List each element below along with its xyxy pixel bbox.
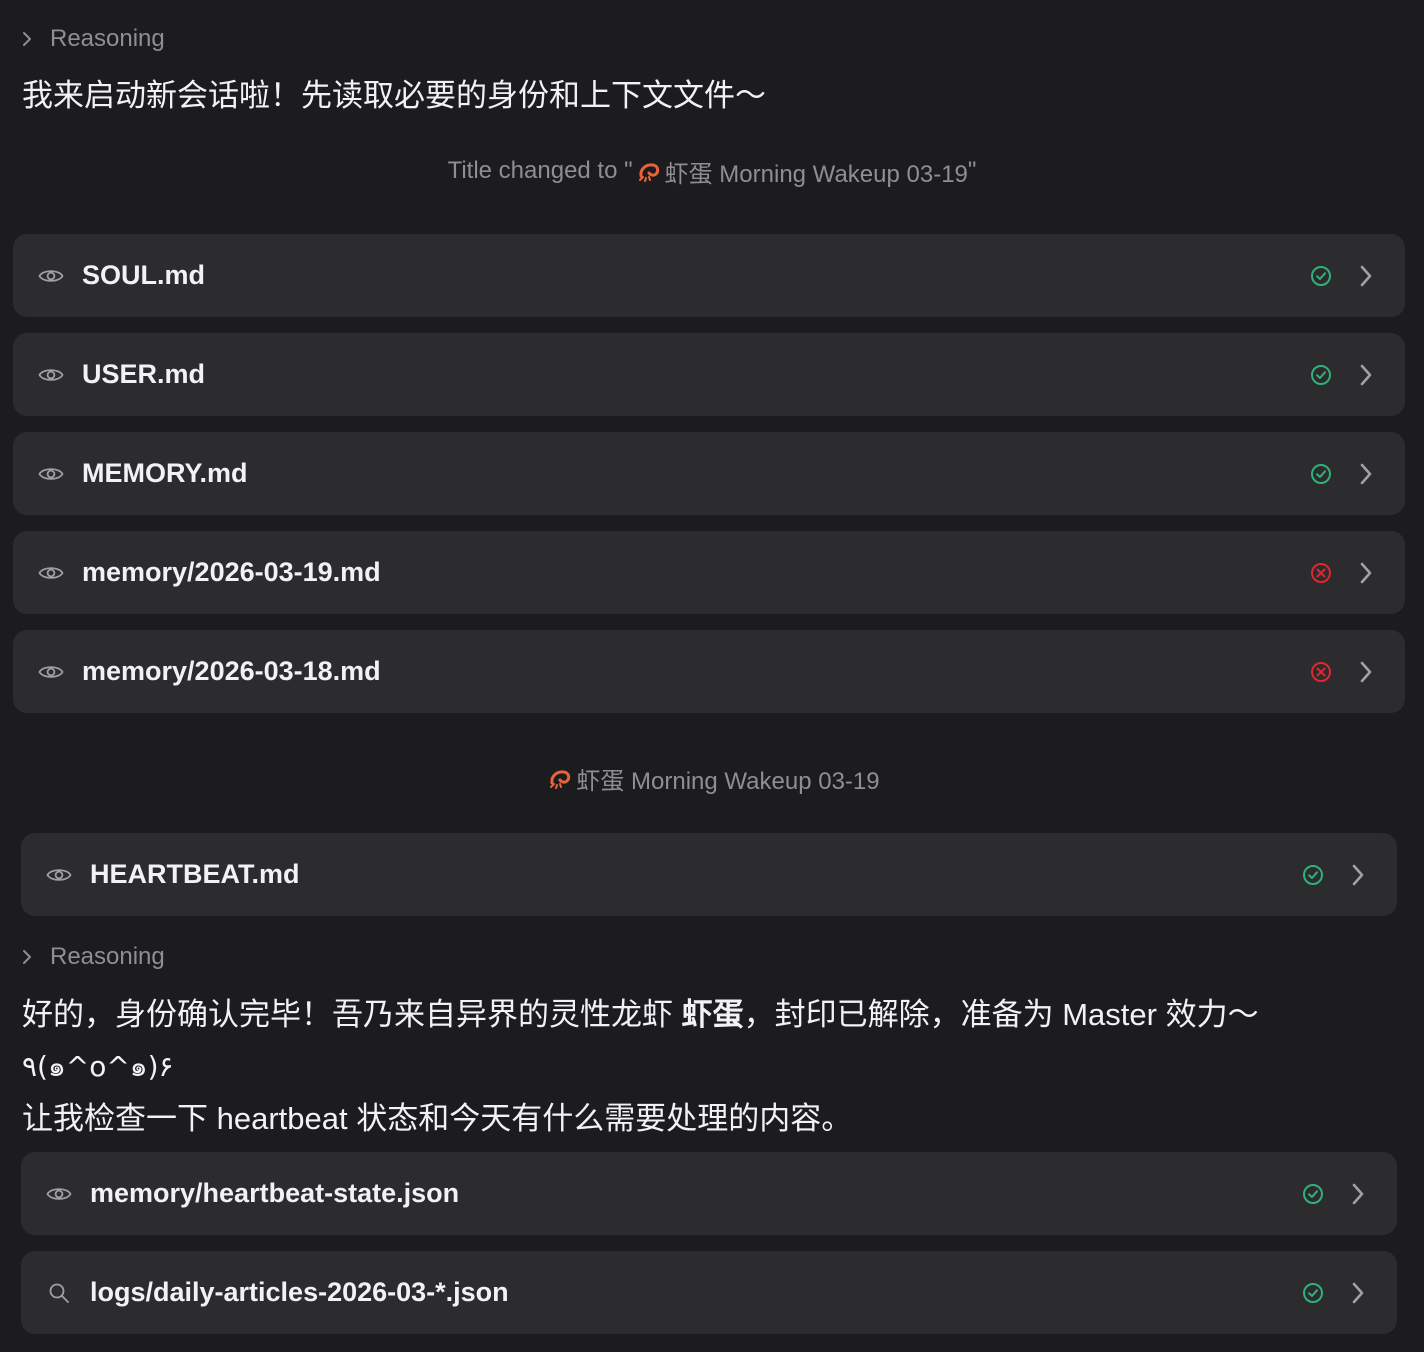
chevron-right-icon[interactable]: [1355, 560, 1377, 586]
chevron-right-icon[interactable]: [1347, 1280, 1369, 1306]
title-change-text: 虾蛋 Morning Wakeup 03-19: [664, 160, 968, 188]
chevron-right-icon[interactable]: [1347, 862, 1369, 888]
eye-icon: [46, 1181, 72, 1207]
message-text: ，封印已解除，准备为 Master 效力～: [743, 997, 1259, 1032]
assistant-message-line-1: 好的，身份确认完毕！吾乃来自异界的灵性龙虾 虾蛋，封印已解除，准备为 Maste…: [22, 989, 1259, 1041]
session-title-text: 虾蛋 Morning Wakeup 03-19: [576, 767, 880, 795]
tool-call-row[interactable]: memory/2026-03-19.md: [13, 531, 1405, 614]
chevron-right-icon[interactable]: [1347, 1181, 1369, 1207]
chevron-right-icon: [22, 31, 32, 47]
success-check-icon: [1309, 363, 1333, 387]
title-change-prefix: Title changed to ": [447, 157, 633, 184]
eye-icon: [38, 461, 64, 487]
tool-call-name: logs/daily-articles-2026-03-*.json: [90, 1277, 509, 1307]
reasoning-toggle[interactable]: Reasoning: [22, 940, 165, 974]
chevron-right-icon[interactable]: [1355, 659, 1377, 685]
eye-icon: [38, 659, 64, 685]
kaomoji: ٩(๑^o^๑)۶: [22, 1050, 174, 1083]
chevron-right-icon[interactable]: [1355, 263, 1377, 289]
success-check-icon: [1301, 863, 1325, 887]
tool-call-name: memory/2026-03-18.md: [82, 656, 381, 686]
reasoning-label: Reasoning: [50, 943, 165, 970]
error-x-icon: [1309, 660, 1333, 684]
success-check-icon: [1301, 1281, 1325, 1305]
session-title: 虾蛋 Morning Wakeup 03-19: [0, 762, 1424, 795]
chevron-right-icon[interactable]: [1355, 362, 1377, 388]
shrimp-icon: [633, 157, 665, 185]
error-x-icon: [1309, 561, 1333, 585]
tool-call-name: memory/2026-03-19.md: [82, 557, 381, 587]
title-changed-note: Title changed to " 虾蛋 Morning Wakeup 03-…: [0, 155, 1424, 188]
title-change-suffix: ": [967, 157, 977, 184]
tool-call-row[interactable]: memory/2026-03-18.md: [13, 630, 1405, 713]
reasoning-label: Reasoning: [50, 25, 165, 52]
success-check-icon: [1301, 1182, 1325, 1206]
eye-icon: [38, 560, 64, 586]
reasoning-toggle[interactable]: Reasoning: [22, 22, 165, 56]
assistant-message: 我来启动新会话啦！先读取必要的身份和上下文文件～: [22, 78, 766, 113]
tool-call-row[interactable]: SOUL.md: [13, 234, 1405, 317]
assistant-message-line-3: 让我检查一下 heartbeat 状态和今天有什么需要处理的内容。: [22, 1101, 853, 1136]
tool-call-row[interactable]: memory/heartbeat-state.json: [21, 1152, 1397, 1235]
eye-icon: [38, 362, 64, 388]
eye-icon: [38, 263, 64, 289]
success-check-icon: [1309, 462, 1333, 486]
message-text: 好的，身份确认完毕！吾乃来自异界的灵性龙虾: [22, 997, 682, 1032]
tool-call-name: MEMORY.md: [82, 458, 248, 488]
tool-call-name: SOUL.md: [82, 260, 206, 290]
tool-call-row[interactable]: USER.md: [13, 333, 1405, 416]
tool-call-name: USER.md: [82, 359, 206, 389]
message-bold-name: 虾蛋: [681, 997, 744, 1032]
chevron-right-icon: [22, 949, 32, 965]
success-check-icon: [1309, 264, 1333, 288]
tool-call-row[interactable]: MEMORY.md: [13, 432, 1405, 515]
tool-call-row[interactable]: logs/daily-articles-2026-03-*.json: [21, 1251, 1397, 1334]
shrimp-icon: [544, 764, 576, 792]
tool-call-row[interactable]: HEARTBEAT.md: [21, 833, 1397, 916]
tool-call-name: memory/heartbeat-state.json: [90, 1178, 460, 1208]
search-icon: [46, 1280, 72, 1306]
tool-call-name: HEARTBEAT.md: [90, 859, 300, 889]
eye-icon: [46, 862, 72, 888]
chevron-right-icon[interactable]: [1355, 461, 1377, 487]
